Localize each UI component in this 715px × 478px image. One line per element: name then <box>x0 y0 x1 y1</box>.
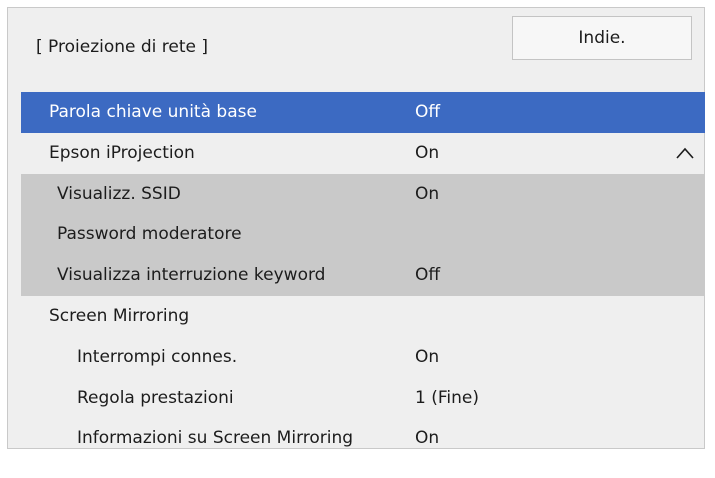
menu-item-value: Off <box>415 102 441 122</box>
menu-item-value: On <box>415 428 440 449</box>
menu-item-interrompi-connes[interactable]: Interrompi connes. On <box>21 337 705 378</box>
menu-item-value: On <box>415 346 440 367</box>
menu-item-label: Regola prestazioni <box>77 387 234 408</box>
menu-item-label: Visualizz. SSID <box>57 183 181 204</box>
panel-header: [ Proiezione di rete ] Indie. <box>8 8 704 86</box>
menu-item-visualizz-ssid[interactable]: Visualizz. SSID On <box>21 173 705 215</box>
menu-item-informazioni-screen-mirroring[interactable]: Informazioni su Screen Mirroring On <box>21 418 705 459</box>
menu-item-label: Interrompi connes. <box>77 346 238 367</box>
menu-item-password-moderatore[interactable]: Password moderatore <box>21 214 705 256</box>
menu-item-value: 1 (Fine) <box>415 387 479 408</box>
chevron-up-icon[interactable] <box>675 146 695 160</box>
menu-item-label: Screen Mirroring <box>49 305 190 326</box>
menu-item-label: Parola chiave unità base <box>49 102 257 122</box>
menu-item-epson-iprojection[interactable]: Epson iProjection On <box>21 133 705 174</box>
menu-item-label: Visualizza interruzione keyword <box>57 265 326 286</box>
settings-menu: Parola chiave unità base Off Epson iProj… <box>21 92 705 459</box>
menu-item-screen-mirroring[interactable]: Screen Mirroring <box>21 296 705 337</box>
menu-item-value: On <box>415 183 440 204</box>
menu-item-label: Epson iProjection <box>49 142 195 163</box>
menu-item-regola-prestazioni[interactable]: Regola prestazioni 1 (Fine) <box>21 378 705 419</box>
menu-item-value: On <box>415 142 440 163</box>
page-title: [ Proiezione di rete ] <box>36 37 209 57</box>
menu-item-parola-chiave-unita-base[interactable]: Parola chiave unità base Off <box>21 92 705 133</box>
menu-item-visualizza-interruzione-keyword[interactable]: Visualizza interruzione keyword Off <box>21 255 705 296</box>
menu-item-label: Informazioni su Screen Mirroring <box>77 428 354 449</box>
menu-item-label: Password moderatore <box>57 224 242 245</box>
network-projection-panel: [ Proiezione di rete ] Indie. Parola chi… <box>7 7 705 449</box>
menu-item-value: Off <box>415 265 441 286</box>
back-button[interactable]: Indie. <box>512 16 692 60</box>
